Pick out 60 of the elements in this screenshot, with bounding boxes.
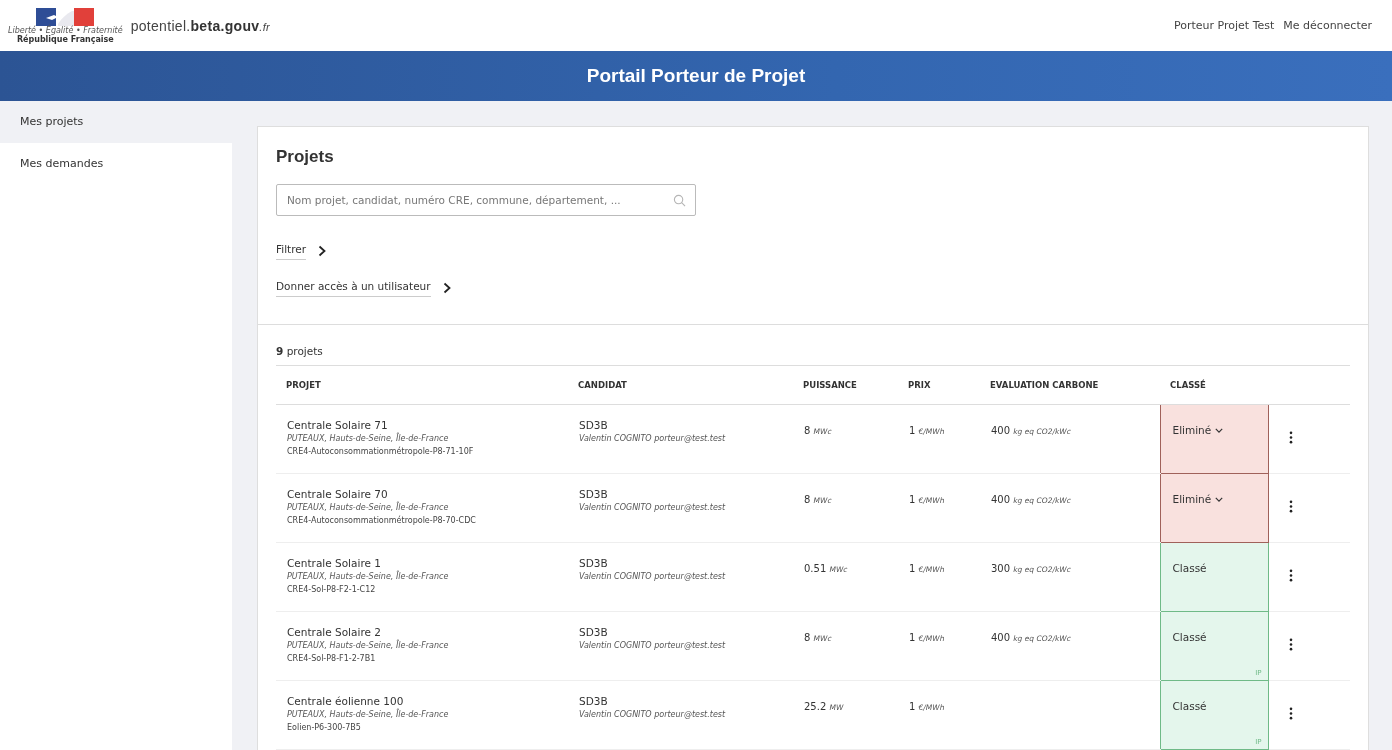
caret-icon <box>1215 427 1224 433</box>
project-location: PUTEAUX, Hauts-de-Seine, Île-de-France <box>287 434 450 443</box>
column-header: PRIX <box>898 366 980 405</box>
more-menu-icon[interactable] <box>1288 638 1293 651</box>
candidate-contact: Valentin COGNITO porteur@test.test <box>579 503 727 512</box>
candidate-name: SD3B <box>579 488 609 500</box>
column-header: CANDIDAT <box>568 366 793 405</box>
project-location: PUTEAUX, Hauts-de-Seine, Île-de-France <box>287 572 450 581</box>
status-dropdown[interactable]: Eliminé <box>1172 424 1224 436</box>
project-location: PUTEAUX, Hauts-de-Seine, Île-de-France <box>287 641 450 650</box>
banner-title: Portail Porteur de Projet <box>586 65 806 87</box>
project-location: PUTEAUX, Hauts-de-Seine, Île-de-France <box>287 710 450 719</box>
project-location: PUTEAUX, Hauts-de-Seine, Île-de-France <box>287 503 450 512</box>
project-code: Eolien-P6-300-7B5 <box>287 723 362 732</box>
site-link[interactable]: potentiel.beta.gouv.fr <box>130 17 270 34</box>
header-link[interactable]: Porteur Projet Test <box>1174 19 1275 32</box>
project-code: CRE4-Autoconsommationmétropole-P8-70-CDC <box>287 516 477 525</box>
card-title: Projets <box>276 147 335 167</box>
column-header: EVALUATION CARBONE <box>980 366 1160 405</box>
more-menu-icon[interactable] <box>1288 707 1293 720</box>
logo-republic: République Française <box>16 34 114 44</box>
caret-icon <box>1215 496 1224 502</box>
toggle-link[interactable]: Donner accès à un utilisateur <box>276 279 431 297</box>
status-label: Classé <box>1172 700 1207 712</box>
project-name: Centrale Solaire 2 <box>287 626 382 638</box>
chevron-right-icon[interactable] <box>318 245 327 257</box>
project-name: Centrale Solaire 1 <box>287 557 382 569</box>
search-field[interactable]: Nom projet, candidat, numéro CRE, commune, département, ... <box>276 184 696 216</box>
project-code: CRE4-Autoconsommationmétropole-P8-71-10F <box>287 447 475 456</box>
search-icon <box>673 194 686 207</box>
more-menu-icon[interactable] <box>1288 500 1293 513</box>
more-menu-icon[interactable] <box>1288 569 1293 582</box>
candidate-name: SD3B <box>579 695 609 707</box>
candidate-name: SD3B <box>579 626 609 638</box>
sidebar-item[interactable]: Mes demandes <box>0 143 232 185</box>
chevron-right-icon[interactable] <box>442 282 451 294</box>
candidate-name: SD3B <box>579 419 609 431</box>
project-code: CRE4-Sol-P8-F1-2-7B1 <box>287 654 377 663</box>
candidate-contact: Valentin COGNITO porteur@test.test <box>579 710 727 719</box>
status-label: Classé <box>1172 562 1207 574</box>
logo-motto: Liberté • Égalité • Fraternité <box>8 25 123 35</box>
candidate-name: SD3B <box>579 557 609 569</box>
candidate-contact: Valentin COGNITO porteur@test.test <box>579 572 727 581</box>
column-header: PUISSANCE <box>793 366 898 405</box>
sidebar-item[interactable]: Mes projets <box>0 101 232 143</box>
project-name: Centrale Solaire 71 <box>287 419 389 431</box>
candidate-contact: Valentin COGNITO porteur@test.test <box>579 641 727 650</box>
column-header: PROJET <box>276 366 568 405</box>
toggle-link[interactable]: Filtrer <box>276 242 307 260</box>
more-menu-icon[interactable] <box>1288 431 1293 444</box>
project-count: 9 projets <box>276 345 1350 366</box>
status-dropdown[interactable]: Eliminé <box>1172 493 1224 505</box>
project-code: CRE4-Sol-P8-F2-1-C12 <box>287 585 377 594</box>
project-name: Centrale éolienne 100 <box>287 695 405 707</box>
status-label: Classé <box>1172 631 1207 643</box>
column-header: CLASSÉ <box>1160 366 1268 405</box>
project-name: Centrale Solaire 70 <box>287 488 389 500</box>
header-link[interactable]: Me déconnecter <box>1283 19 1372 32</box>
marianne-flag-icon <box>36 7 95 26</box>
candidate-contact: Valentin COGNITO porteur@test.test <box>579 434 727 443</box>
